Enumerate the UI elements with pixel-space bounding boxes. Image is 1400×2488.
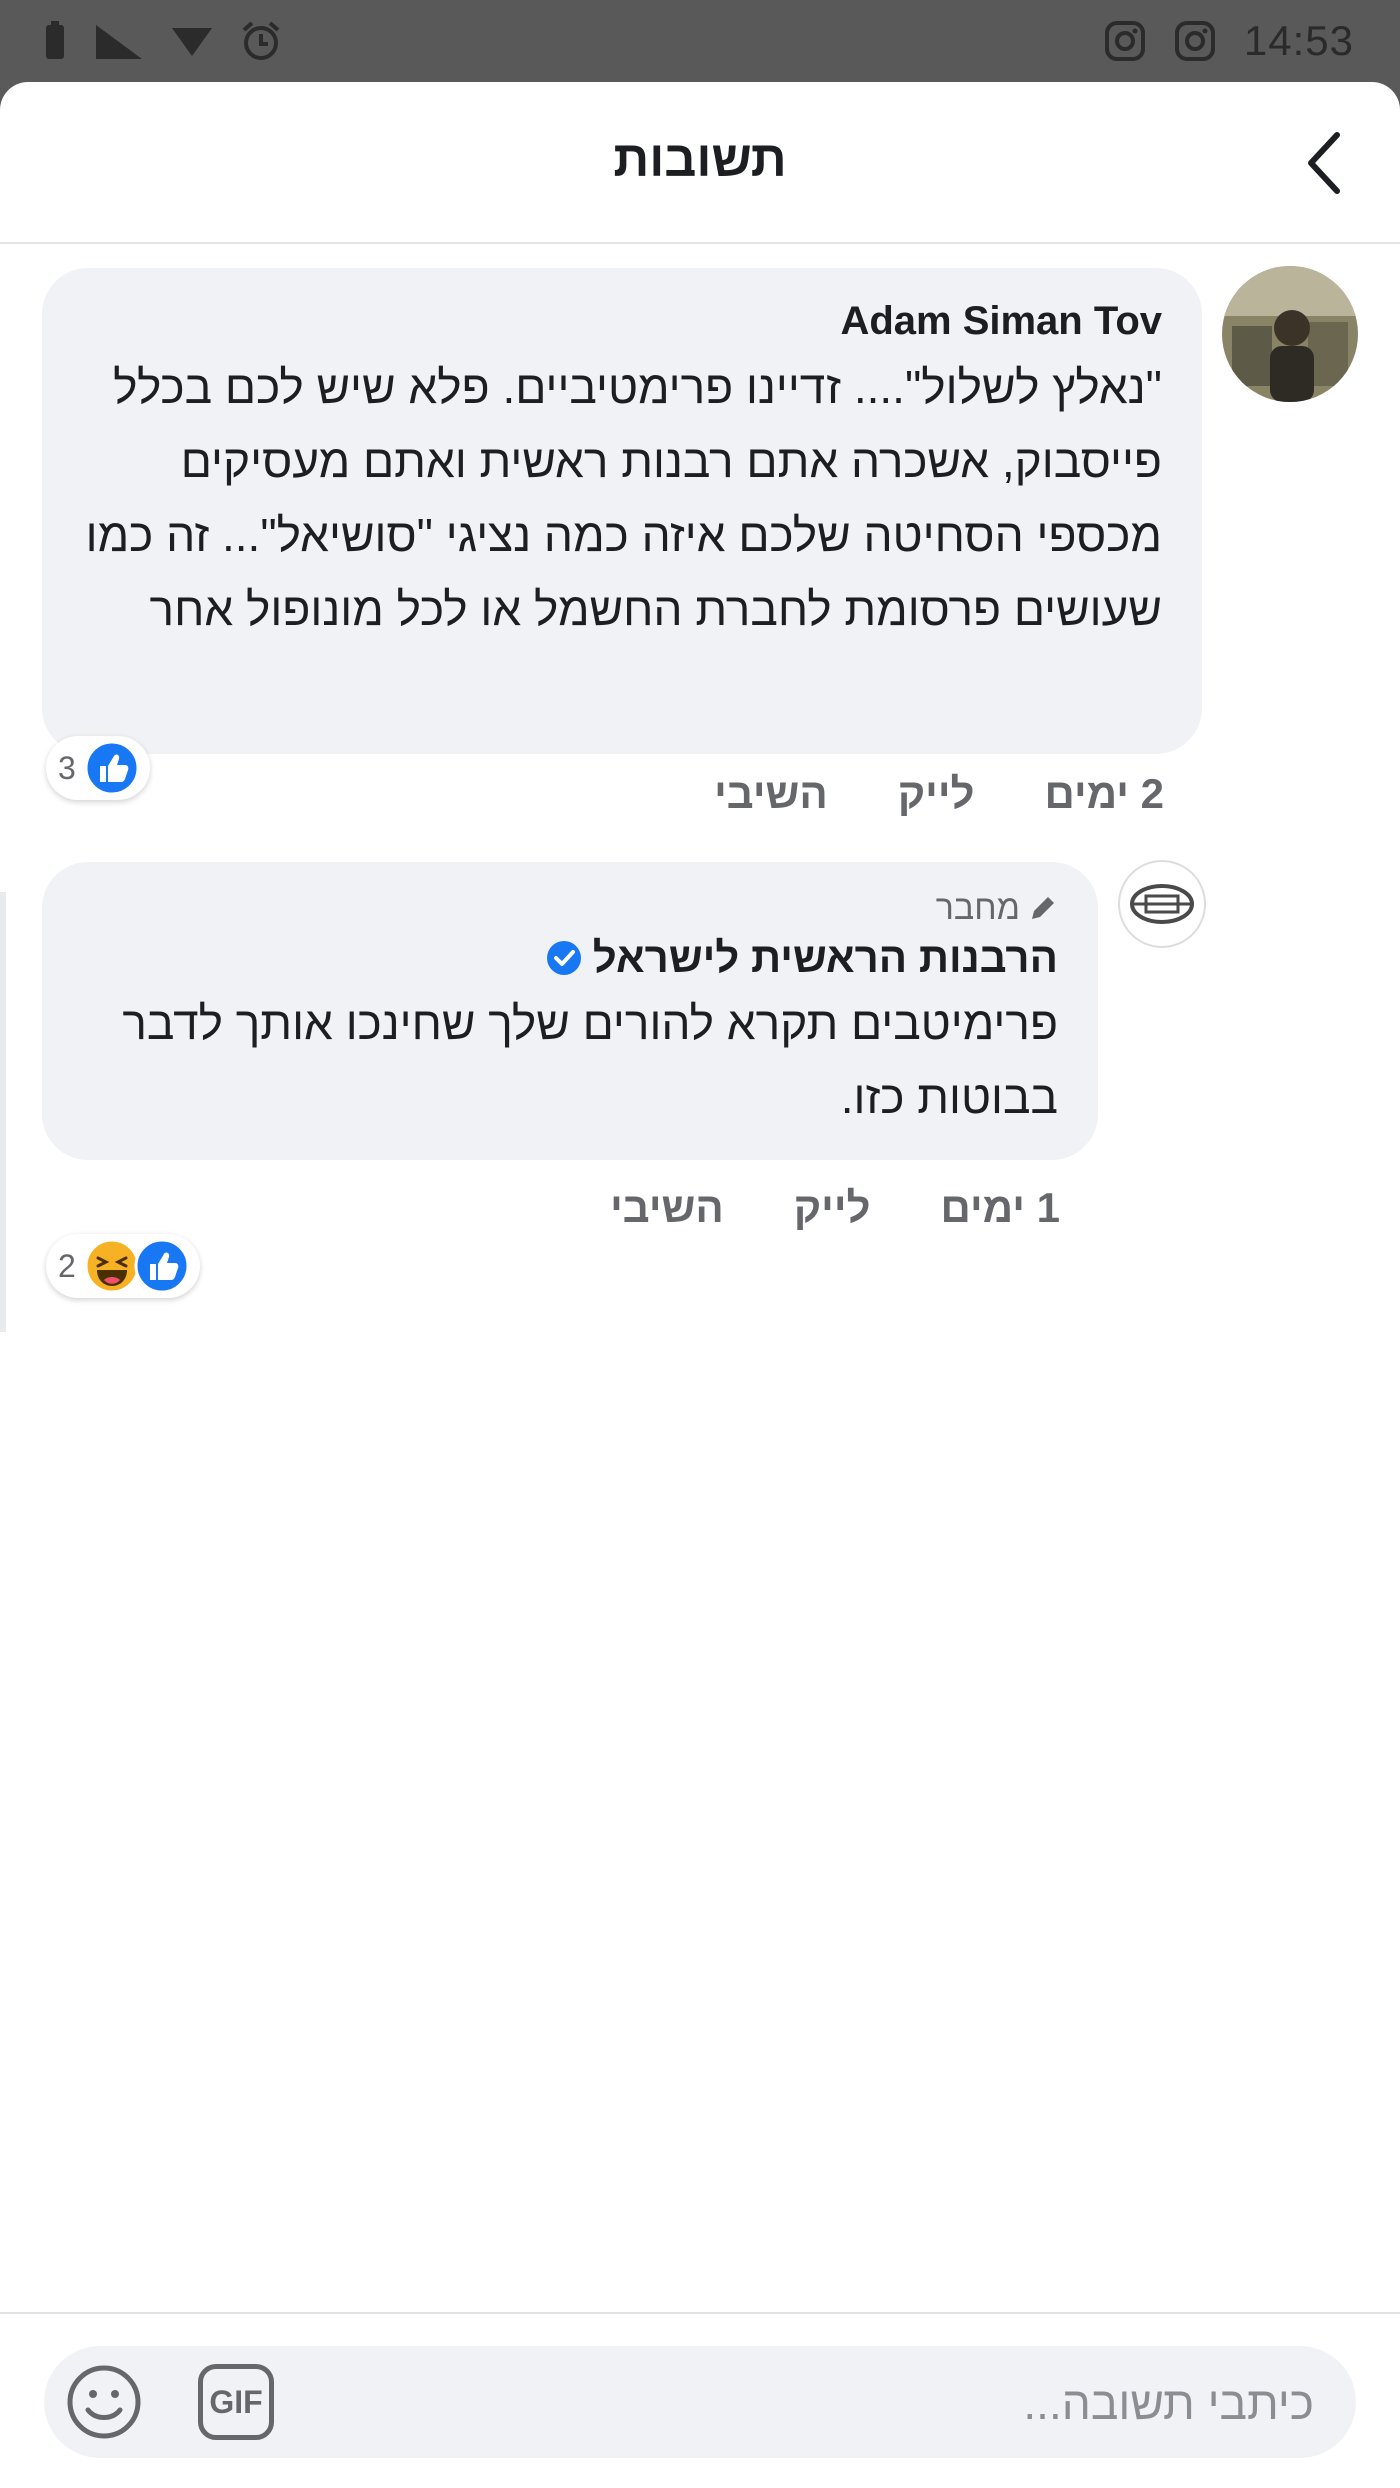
comment-bubble[interactable]: מחבר הרבנות הראשית לישראל פרימיטבים תקרא… [42, 862, 1098, 1160]
comment-author[interactable]: הרבנות הראשית לישראל [82, 930, 1058, 986]
smiley-icon [67, 2365, 141, 2439]
instagram-icon [1104, 21, 1145, 61]
reaction-summary[interactable]: 3 [46, 736, 150, 800]
reply-composer: GIF [0, 2312, 1400, 2488]
back-button[interactable] [1290, 128, 1360, 198]
status-icons-right: 14:53 [1104, 16, 1354, 66]
like-button[interactable]: לייק [898, 770, 975, 818]
thread-line [0, 892, 6, 1332]
reaction-summary[interactable]: 2 [46, 1234, 200, 1298]
comment-text: פרימיטבים תקרא להורים שלך שחינכו אותך לד… [122, 997, 1058, 1123]
header: תשובות [0, 82, 1400, 244]
status-time: 14:53 [1243, 17, 1354, 64]
rabbinate-logo [1130, 884, 1194, 924]
page-title: תשובות [613, 131, 787, 187]
composer-field[interactable]: GIF [44, 2346, 1356, 2460]
instagram-icon [1174, 21, 1215, 61]
avatar[interactable] [1222, 266, 1358, 402]
replies-sheet: תשובות Adam Siman Tov "נאלץ לשלול".... ז… [0, 82, 1400, 2488]
like-icon [84, 740, 140, 796]
pencil-icon [1032, 897, 1054, 919]
reaction-count: 2 [58, 1247, 76, 1284]
like-icon [134, 1238, 190, 1294]
chevron-right-icon [1308, 132, 1340, 194]
battery-icon [46, 21, 64, 59]
reaction-count: 3 [58, 749, 76, 786]
comment-text: "נאלץ לשלול".... זדיינו פרימטיביים. פלא … [85, 361, 1162, 635]
author-badge: מחבר [82, 886, 1058, 930]
comment-author[interactable]: Adam Siman Tov [82, 296, 1162, 346]
status-bar: 14:53 [0, 0, 1400, 80]
comment-actions: 2 ימים לייק השיבי [714, 770, 1164, 818]
status-icons-left [44, 16, 282, 66]
wifi-icon [172, 28, 212, 56]
alarm-icon [242, 21, 280, 60]
haha-icon [84, 1238, 140, 1294]
reply-input[interactable] [412, 2346, 1316, 2460]
comment-actions: 1 ימים לייק השיבי [610, 1184, 1060, 1232]
avatar[interactable] [1118, 860, 1206, 948]
reply-button[interactable]: השיבי [714, 770, 828, 818]
comment-time[interactable]: 1 ימים [941, 1184, 1060, 1232]
reply-button[interactable]: השיבי [610, 1184, 724, 1232]
signal-icon [96, 25, 142, 59]
emoji-button[interactable] [64, 2362, 144, 2442]
verified-badge-icon [546, 941, 581, 975]
avatar-photo [1222, 266, 1358, 402]
like-button[interactable]: לייק [794, 1184, 871, 1232]
author-badge-label: מחבר [935, 889, 1020, 927]
comment-time[interactable]: 2 ימים [1045, 770, 1164, 818]
comment-author-name[interactable]: הרבנות הראשית לישראל [593, 930, 1058, 986]
comment-bubble[interactable]: Adam Siman Tov "נאלץ לשלול".... זדיינו פ… [42, 268, 1202, 754]
gif-button[interactable]: GIF [198, 2364, 274, 2440]
